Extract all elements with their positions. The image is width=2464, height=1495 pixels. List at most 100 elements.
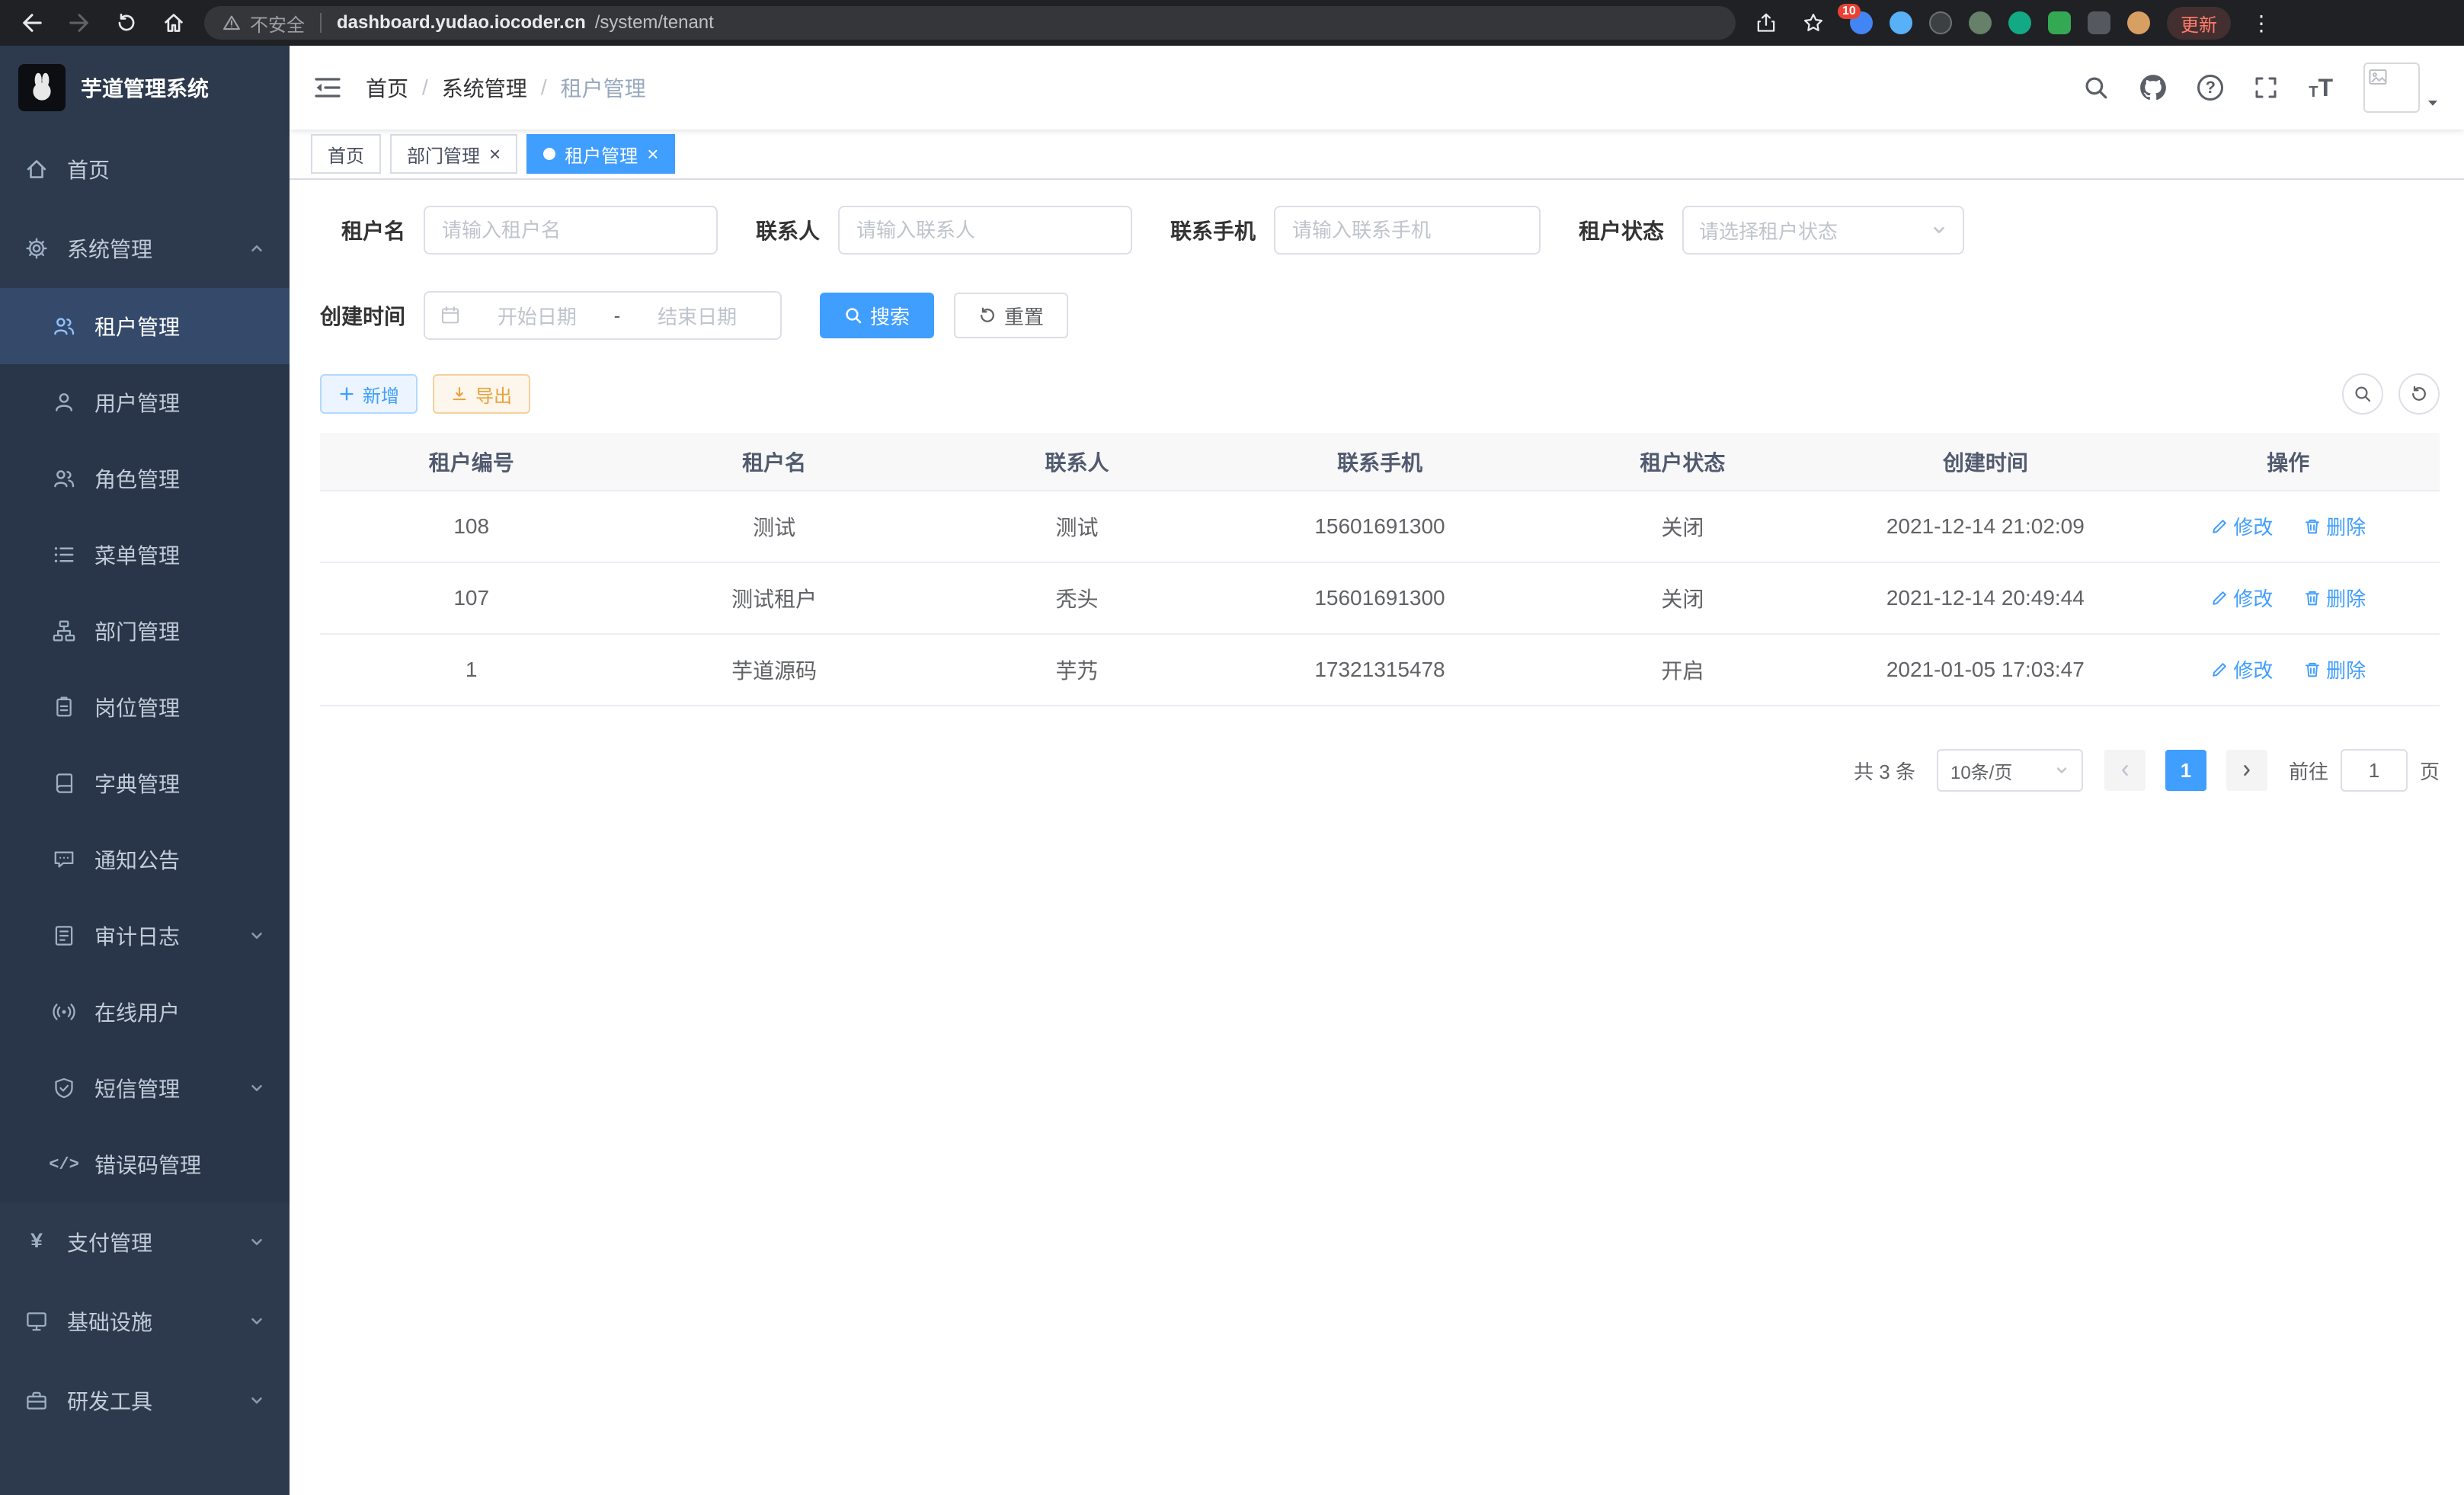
cell-tenant-name: 测试租户 bbox=[622, 562, 925, 634]
fullscreen-icon[interactable] bbox=[2254, 75, 2278, 100]
refresh-table-button[interactable] bbox=[2398, 373, 2440, 415]
sidebar-item-home[interactable]: 首页 bbox=[0, 130, 290, 209]
edit-link[interactable]: 修改 bbox=[2210, 512, 2273, 540]
field-label: 联系人 bbox=[756, 215, 820, 245]
extension-icon[interactable] bbox=[1969, 11, 1992, 34]
tab-tenant[interactable]: 租户管理 × bbox=[526, 134, 675, 174]
search-button[interactable]: 搜索 bbox=[820, 293, 934, 338]
trash-icon bbox=[2303, 517, 2322, 536]
breadcrumb-section[interactable]: 系统管理 bbox=[442, 72, 527, 103]
extension-icon[interactable] bbox=[2048, 11, 2071, 34]
app-logo[interactable]: 芋道管理系统 bbox=[0, 46, 290, 130]
sidebar-menu: 首页 系统管理 租户管理 用户管理 角色管理 bbox=[0, 130, 290, 1495]
cell-status: 关闭 bbox=[1531, 491, 1834, 562]
sidebar-item-system[interactable]: 系统管理 bbox=[0, 209, 290, 288]
prev-page-button[interactable] bbox=[2104, 750, 2146, 791]
sidebar-item-infra[interactable]: 基础设施 bbox=[0, 1282, 290, 1361]
sidebar-item-menu[interactable]: 菜单管理 bbox=[0, 517, 290, 593]
sidebar-item-dept[interactable]: 部门管理 bbox=[0, 593, 290, 669]
toggle-search-button[interactable] bbox=[2342, 373, 2383, 415]
back-icon[interactable] bbox=[15, 6, 49, 40]
next-page-button[interactable] bbox=[2226, 750, 2267, 791]
export-button[interactable]: 导出 bbox=[433, 374, 530, 414]
navbar: 首页 / 系统管理 / 租户管理 ? bbox=[290, 46, 2464, 130]
delete-link[interactable]: 删除 bbox=[2303, 512, 2366, 540]
table-row: 108 测试 测试 15601691300 关闭 2021-12-14 21:0… bbox=[320, 491, 2440, 562]
profile-avatar-icon[interactable] bbox=[2127, 11, 2150, 34]
sidebar-item-error-code[interactable]: </> 错误码管理 bbox=[0, 1126, 290, 1202]
font-size-icon[interactable]: TT bbox=[2309, 75, 2333, 100]
sidebar-item-devtools[interactable]: 研发工具 bbox=[0, 1361, 290, 1440]
app-title: 芋道管理系统 bbox=[81, 72, 209, 103]
sidebar-item-role[interactable]: 角色管理 bbox=[0, 440, 290, 517]
extension-icon[interactable]: 10 bbox=[1850, 11, 1873, 34]
sidebar-item-post[interactable]: 岗位管理 bbox=[0, 669, 290, 745]
page-unit-label: 页 bbox=[2420, 757, 2440, 785]
browser-update-button[interactable]: 更新 bbox=[2167, 7, 2231, 40]
extension-icon[interactable] bbox=[1890, 11, 1912, 34]
sidebar-item-audit-log[interactable]: 审计日志 bbox=[0, 898, 290, 974]
chevron-up-icon bbox=[248, 240, 265, 257]
online-signal-icon bbox=[52, 1000, 76, 1023]
tenant-name-input[interactable] bbox=[424, 206, 718, 255]
mobile-input[interactable] bbox=[1274, 206, 1541, 255]
chevron-left-icon bbox=[2117, 763, 2133, 778]
sidebar-item-sms[interactable]: 短信管理 bbox=[0, 1050, 290, 1126]
cell-status: 开启 bbox=[1531, 634, 1834, 706]
share-icon[interactable] bbox=[1749, 6, 1783, 40]
date-range-picker[interactable]: 开始日期 - 结束日期 bbox=[424, 291, 782, 340]
status-select[interactable]: 请选择租户状态 bbox=[1682, 206, 1964, 255]
monitor-icon bbox=[24, 1310, 49, 1333]
goto-page-input[interactable] bbox=[2341, 749, 2408, 792]
user-avatar[interactable] bbox=[2363, 62, 2440, 113]
plus-icon bbox=[338, 386, 355, 402]
badge-icon bbox=[52, 696, 76, 719]
close-icon[interactable]: × bbox=[489, 144, 501, 164]
sidebar-item-online-user[interactable]: 在线用户 bbox=[0, 974, 290, 1050]
app-window: 芋道管理系统 首页 系统管理 租户管理 用户管 bbox=[0, 46, 2464, 1495]
contact-input[interactable] bbox=[838, 206, 1132, 255]
tab-dept[interactable]: 部门管理 × bbox=[390, 134, 517, 174]
page-number-button[interactable]: 1 bbox=[2165, 750, 2206, 791]
tenant-users-icon bbox=[52, 315, 76, 338]
delete-link[interactable]: 删除 bbox=[2303, 584, 2366, 612]
help-icon[interactable]: ? bbox=[2197, 75, 2223, 101]
bookmark-star-icon[interactable] bbox=[1797, 6, 1830, 40]
delete-link[interactable]: 删除 bbox=[2303, 655, 2366, 683]
github-icon[interactable] bbox=[2139, 74, 2167, 101]
sidebar-toggle-icon[interactable] bbox=[314, 75, 341, 100]
edit-link[interactable]: 修改 bbox=[2210, 655, 2273, 683]
sidebar-item-pay[interactable]: ¥ 支付管理 bbox=[0, 1202, 290, 1282]
column-header: 联系手机 bbox=[1228, 433, 1531, 491]
edit-link[interactable]: 修改 bbox=[2210, 584, 2273, 612]
close-icon[interactable]: × bbox=[647, 144, 658, 164]
page-size-select[interactable]: 10条/页 bbox=[1937, 749, 2083, 792]
column-header: 租户编号 bbox=[320, 433, 622, 491]
sidebar-item-user[interactable]: 用户管理 bbox=[0, 364, 290, 440]
tab-home[interactable]: 首页 bbox=[311, 134, 381, 174]
user-icon bbox=[52, 391, 76, 414]
search-icon[interactable] bbox=[2083, 75, 2109, 101]
breadcrumb-home[interactable]: 首页 bbox=[366, 72, 408, 103]
cell-mobile: 15601691300 bbox=[1228, 562, 1531, 634]
caret-down-icon bbox=[2426, 96, 2440, 110]
extension-icon[interactable] bbox=[2088, 11, 2110, 34]
cell-mobile: 15601691300 bbox=[1228, 491, 1531, 562]
address-bar[interactable]: 不安全 dashboard.yudao.iocoder.cn /system/t… bbox=[204, 6, 1736, 40]
browser-menu-icon[interactable]: ⋮ bbox=[2248, 11, 2275, 36]
reset-button[interactable]: 重置 bbox=[954, 293, 1068, 338]
column-header: 创建时间 bbox=[1834, 433, 2136, 491]
extension-icon[interactable] bbox=[1929, 11, 1952, 34]
forward-icon[interactable] bbox=[62, 6, 96, 40]
add-button[interactable]: 新增 bbox=[320, 374, 418, 414]
home-icon[interactable] bbox=[157, 6, 190, 40]
extension-icon[interactable] bbox=[2008, 11, 2031, 34]
sidebar-item-tenant[interactable]: 租户管理 bbox=[0, 288, 290, 364]
column-header: 操作 bbox=[2137, 433, 2440, 491]
dictionary-icon bbox=[52, 772, 76, 795]
column-header: 租户状态 bbox=[1531, 433, 1834, 491]
refresh-icon[interactable] bbox=[110, 6, 143, 40]
search-icon bbox=[2354, 385, 2372, 403]
sidebar-item-dict[interactable]: 字典管理 bbox=[0, 745, 290, 821]
sidebar-item-notice[interactable]: 通知公告 bbox=[0, 821, 290, 898]
